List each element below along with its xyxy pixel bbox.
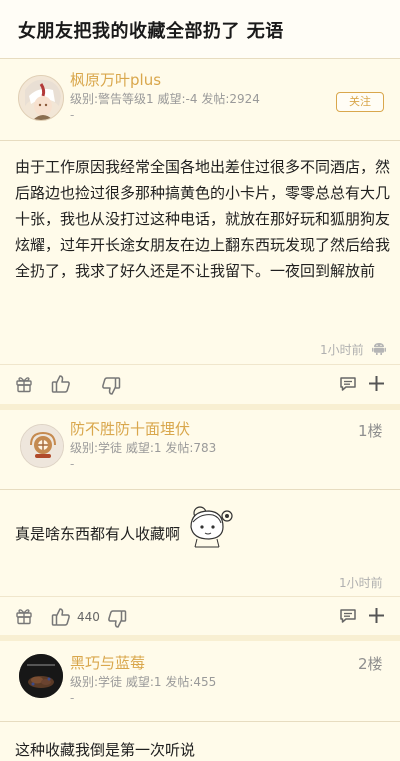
post-time: 1小时前 xyxy=(339,576,383,590)
divider xyxy=(0,721,400,722)
post-content: 这种收藏我倒是第一次听说 xyxy=(15,741,196,759)
author-meta: 级别:学徒 威望:1 发帖:783 xyxy=(70,441,217,455)
avatar[interactable] xyxy=(19,654,63,698)
like-count: 440 xyxy=(77,610,100,624)
post-content: 真是啥东西都有人收藏啊 xyxy=(15,525,181,543)
android-icon xyxy=(372,343,386,355)
post-time: 1小时前 xyxy=(320,343,364,357)
author-name[interactable]: 枫原万叶plus xyxy=(70,69,161,90)
author-name[interactable]: 防不胜防十面埋伏 xyxy=(70,418,190,439)
author-meta: 级别:学徒 威望:1 发帖:455 xyxy=(70,675,217,689)
follow-button[interactable]: 关注 xyxy=(336,92,384,112)
floor-number: 1楼 xyxy=(358,422,383,440)
reply-post: 防不胜防十面埋伏 级别:学徒 威望:1 发帖:783 - 1楼 真是啥东西都有人… xyxy=(0,410,400,635)
author-signature: - xyxy=(70,691,75,705)
avatar-image xyxy=(19,654,63,698)
thumbs-up-icon[interactable] xyxy=(51,374,71,394)
thumbs-down-icon[interactable] xyxy=(101,376,121,396)
plus-icon[interactable] xyxy=(368,375,385,392)
avatar[interactable] xyxy=(20,424,64,468)
comment-icon[interactable] xyxy=(339,376,357,392)
avatar-image xyxy=(21,425,63,467)
divider xyxy=(0,364,400,365)
thread-title: 女朋友把我的收藏全部扔了 无语 xyxy=(18,21,284,42)
original-post: 枫原万叶plus 级别:警告等级1 威望:-4 发帖:2924 - 关注 由于工… xyxy=(0,59,400,404)
thread-page: 女朋友把我的收藏全部扔了 无语 枫原万叶plus 级别:警告等级1 威望:-4 … xyxy=(0,0,400,761)
gift-icon[interactable] xyxy=(15,375,33,393)
avatar-image xyxy=(19,76,63,120)
floor-number: 2楼 xyxy=(358,655,383,673)
author-signature: - xyxy=(70,108,75,122)
comment-icon[interactable] xyxy=(339,608,357,624)
author-name[interactable]: 黑巧与蓝莓 xyxy=(70,652,145,673)
divider xyxy=(0,140,400,141)
author-meta: 级别:警告等级1 威望:-4 发帖:2924 xyxy=(70,92,260,106)
divider xyxy=(0,596,400,597)
plus-icon[interactable] xyxy=(368,607,385,624)
title-bar: 女朋友把我的收藏全部扔了 无语 xyxy=(0,0,400,58)
post-content: 由于工作原因我经常全国各地出差住过很多不同酒店，然后路边也捡过很多那种搞黄色的小… xyxy=(15,158,391,280)
author-signature: - xyxy=(70,457,75,471)
reply-post: 黑巧与蓝莓 级别:学徒 威望:1 发帖:455 - 2楼 这种收藏我倒是第一次听… xyxy=(0,641,400,761)
gift-icon[interactable] xyxy=(15,607,33,625)
avatar[interactable] xyxy=(18,75,64,121)
sticker-emoji-icon xyxy=(190,506,233,548)
thumbs-down-icon[interactable] xyxy=(107,609,127,629)
divider xyxy=(0,489,400,490)
thumbs-up-icon[interactable] xyxy=(51,607,71,627)
